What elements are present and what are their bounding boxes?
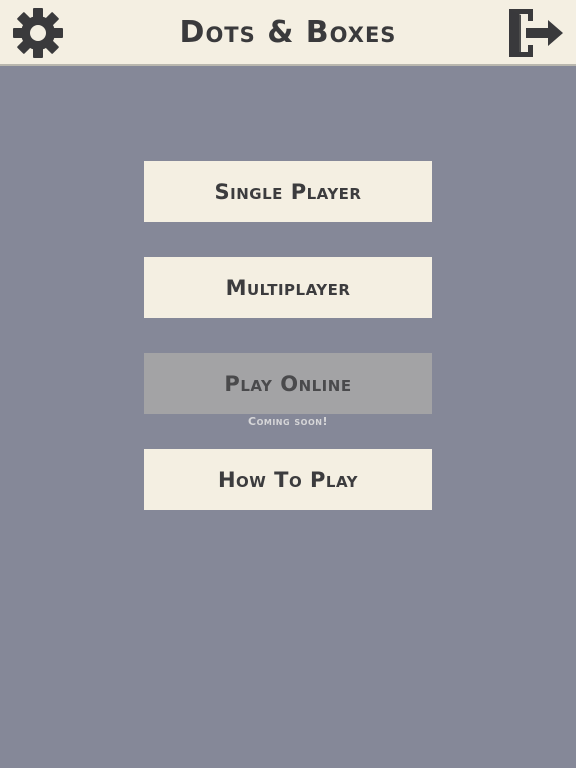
how-to-play-label: How To Play	[217, 467, 359, 492]
play-online-label: Play Online	[224, 371, 352, 396]
top-bar: Dots & Boxes	[0, 0, 576, 66]
multiplayer-button[interactable]: Multiplayer	[144, 257, 432, 318]
page-title: Dots & Boxes	[179, 15, 397, 50]
coming-soon-note: Coming soon!	[248, 415, 328, 428]
exit-door-icon[interactable]	[504, 6, 570, 60]
single-player-label: Single Player	[214, 179, 362, 204]
single-player-button[interactable]: Single Player	[144, 161, 432, 222]
how-to-play-button[interactable]: How To Play	[144, 449, 432, 510]
play-online-button: Play Online	[144, 353, 432, 414]
multiplayer-label: Multiplayer	[225, 275, 351, 300]
